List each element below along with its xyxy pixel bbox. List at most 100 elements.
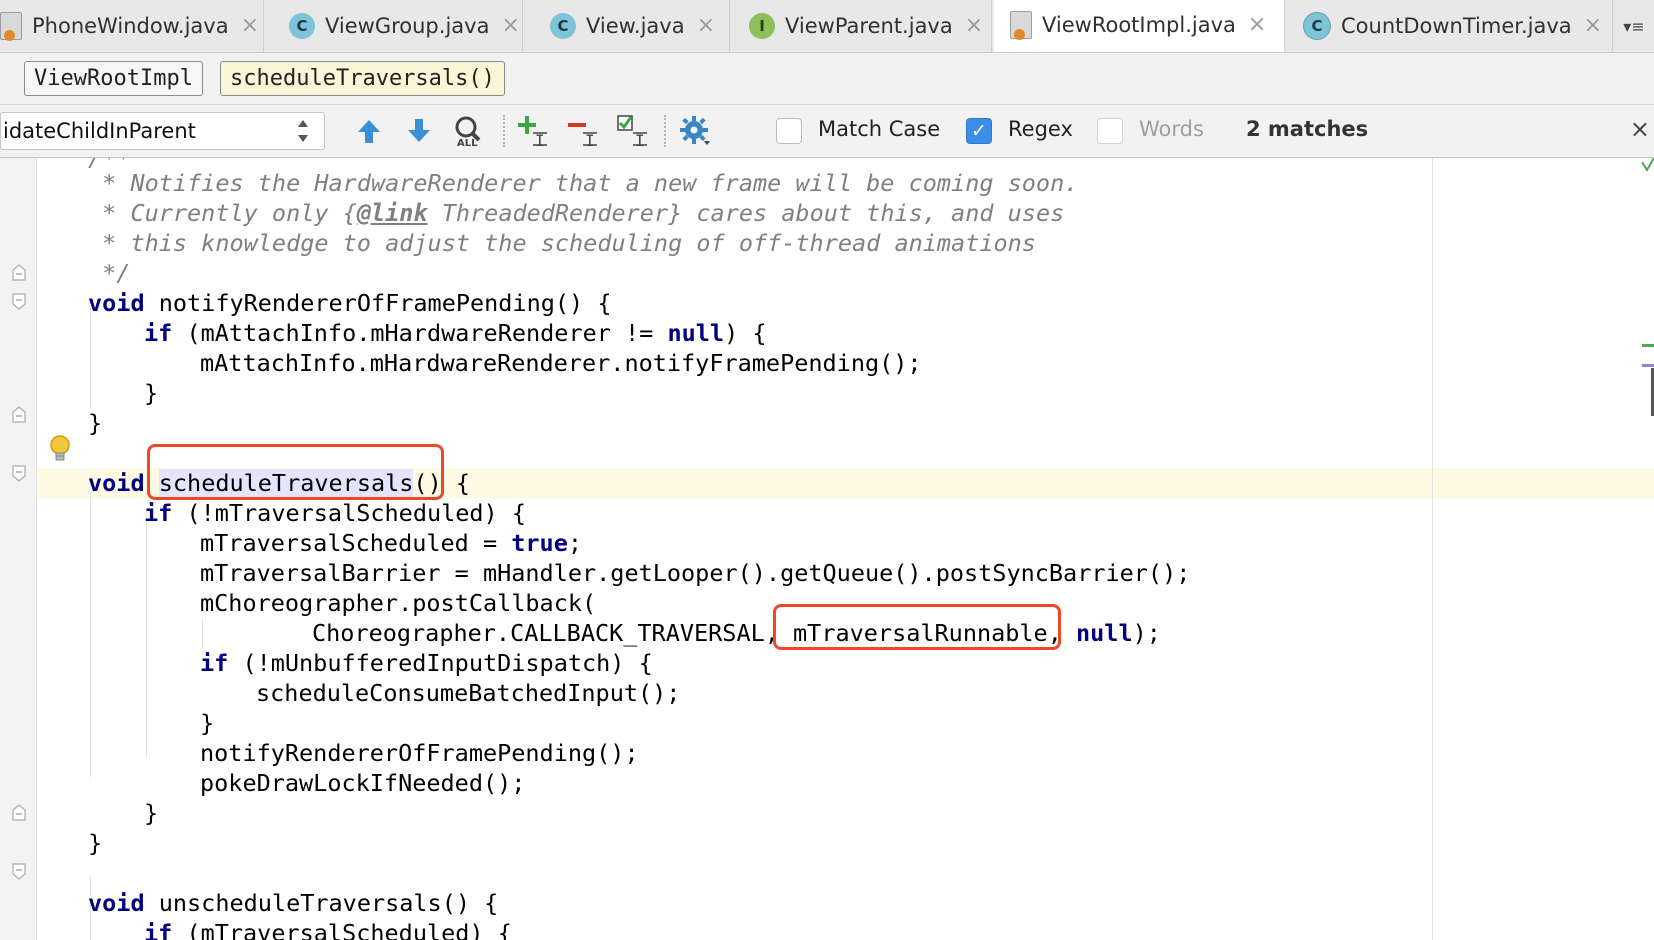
method-signature: unscheduleTraversals() {: [144, 889, 499, 917]
code-line: if (mAttachInfo.mHardwareRenderer != nul…: [144, 318, 767, 348]
remove-occurrence-icon[interactable]: I: [564, 113, 602, 149]
close-icon[interactable]: ×: [697, 15, 715, 37]
method-signature: notifyRendererOfFramePending() {: [144, 289, 612, 317]
java-file-icon: [1010, 11, 1032, 40]
indent-guide: [90, 478, 91, 778]
code-line: if (!mTraversalScheduled) {: [144, 498, 526, 528]
right-margin-guide: [1432, 158, 1433, 940]
code-line: notifyRendererOfFramePending();: [200, 739, 639, 767]
code-text-fragment: );: [1132, 619, 1161, 647]
fold-marker-icon[interactable]: [10, 264, 28, 282]
code-text-fragment: (mTraversalScheduled) {: [172, 919, 512, 940]
close-icon[interactable]: ×: [1248, 14, 1266, 36]
close-icon[interactable]: ×: [1584, 15, 1602, 37]
lightbulb-icon[interactable]: [48, 434, 72, 464]
keyword: void: [88, 469, 145, 497]
keyword: void: [88, 889, 145, 917]
code-line: }: [144, 799, 159, 827]
code-line: scheduleConsumeBatchedInput();: [256, 679, 681, 707]
code-line: pokeDrawLockIfNeeded();: [200, 769, 526, 797]
indent-guide: [146, 508, 147, 758]
code-line: }: [88, 409, 103, 437]
keyword: if: [144, 319, 173, 347]
find-all-icon[interactable]: ALL: [450, 113, 488, 149]
regex-checkbox[interactable]: ✓: [966, 118, 992, 144]
fold-marker-icon[interactable]: [10, 862, 28, 880]
code-line: mTraversalScheduled = true;: [200, 528, 582, 558]
class-icon: C: [550, 13, 576, 39]
keyword: null: [1076, 619, 1133, 647]
code-text-fragment: ;: [567, 529, 583, 557]
breadcrumb: ViewRootImpl scheduleTraversals(): [0, 53, 1654, 105]
code-line: * this knowledge to adjust the schedulin…: [88, 229, 1036, 257]
tab-overflow-menu-icon[interactable]: ▾≡: [1614, 0, 1654, 52]
fold-marker-icon[interactable]: [10, 292, 28, 310]
search-input[interactable]: idateChildInParent: [0, 112, 325, 150]
close-icon[interactable]: ×: [965, 15, 983, 37]
close-icon[interactable]: ×: [241, 15, 259, 37]
select-all-occurrences-icon[interactable]: I: [614, 113, 652, 149]
error-stripe[interactable]: [1640, 158, 1654, 940]
fold-marker-icon[interactable]: [10, 804, 28, 822]
find-bar: idateChildInParent ALL I I I Match Case …: [0, 105, 1654, 158]
match-case-label[interactable]: Match Case: [818, 117, 940, 141]
code-editor[interactable]: /** * Notifies the HardwareRenderer that…: [0, 158, 1654, 940]
tab-view[interactable]: C View.java ×: [534, 0, 730, 52]
code-line: void unscheduleTraversals() {: [88, 888, 498, 918]
fold-marker-icon[interactable]: [10, 406, 28, 424]
code-line: mTraversalBarrier = mHandler.getLooper()…: [200, 559, 1191, 587]
words-checkbox[interactable]: [1097, 118, 1123, 144]
previous-occurrence-icon[interactable]: [350, 113, 388, 149]
fold-marker-icon[interactable]: [10, 464, 28, 482]
code-text-fragment: (!mUnbufferedInputDispatch) {: [228, 649, 653, 677]
code-text-fragment: (!mTraversalScheduled) {: [172, 499, 527, 527]
next-occurrence-icon[interactable]: [400, 113, 438, 149]
close-find-bar-icon[interactable]: ×: [1630, 115, 1650, 143]
match-case-checkbox[interactable]: [776, 118, 802, 144]
toolbar-separator: [503, 115, 505, 147]
tab-label: CountDownTimer.java: [1341, 14, 1572, 38]
java-file-icon: [0, 12, 22, 41]
comment-text: * Currently only {: [88, 199, 357, 227]
code-line: * Notifies the HardwareRenderer that a n…: [88, 169, 1079, 197]
search-history-icon[interactable]: [288, 114, 318, 148]
add-occurrence-icon[interactable]: I: [514, 113, 552, 149]
regex-label[interactable]: Regex: [1008, 117, 1073, 141]
annotation-box-schedule-traversals: [147, 444, 444, 500]
code-line: mAttachInfo.mHardwareRenderer.notifyFram…: [200, 349, 922, 377]
tab-phonewindow[interactable]: PhoneWindow.java ×: [0, 0, 264, 52]
code-line: * Currently only {@link ThreadedRenderer…: [88, 198, 1064, 228]
keyword: void: [88, 289, 145, 317]
editor-tab-bar: PhoneWindow.java × C ViewGroup.java × C …: [0, 0, 1654, 53]
code-line: }: [144, 379, 159, 407]
code-line: }: [88, 829, 103, 857]
code-line: if (!mUnbufferedInputDispatch) {: [200, 648, 653, 678]
tab-viewrootimpl[interactable]: ViewRootImpl.java ×: [994, 0, 1285, 52]
tab-label: PhoneWindow.java: [32, 14, 229, 38]
keyword: if: [200, 649, 229, 677]
words-label[interactable]: Words: [1139, 117, 1204, 141]
keyword: null: [667, 319, 725, 347]
tab-viewparent[interactable]: I ViewParent.java ×: [733, 0, 992, 52]
svg-text:ALL: ALL: [457, 138, 478, 148]
code-line: }: [200, 709, 215, 737]
match-count: 2 matches: [1246, 117, 1369, 141]
tab-label: ViewGroup.java: [325, 14, 490, 38]
close-icon[interactable]: ×: [501, 15, 519, 37]
gear-icon[interactable]: [676, 113, 714, 149]
code-text-fragment: mTraversalScheduled =: [200, 529, 512, 557]
keyword: if: [144, 919, 173, 940]
indent-guide: [90, 308, 91, 408]
interface-icon: I: [749, 13, 775, 39]
tab-label: View.java: [586, 14, 685, 38]
tab-countdowntimer[interactable]: C CountDownTimer.java ×: [1287, 0, 1613, 52]
code-line: void notifyRendererOfFramePending() {: [88, 288, 611, 318]
class-file-icon: C: [1303, 12, 1331, 40]
breadcrumb-class[interactable]: ViewRootImpl: [24, 61, 203, 96]
tab-viewgroup[interactable]: C ViewGroup.java ×: [273, 0, 523, 52]
code-text-fragment: ) {: [724, 319, 767, 347]
code-line: */: [88, 259, 131, 287]
code-line: mChoreographer.postCallback(: [200, 589, 597, 617]
breadcrumb-method[interactable]: scheduleTraversals(): [220, 61, 505, 96]
annotation-box-traversal-runnable: [773, 604, 1061, 650]
